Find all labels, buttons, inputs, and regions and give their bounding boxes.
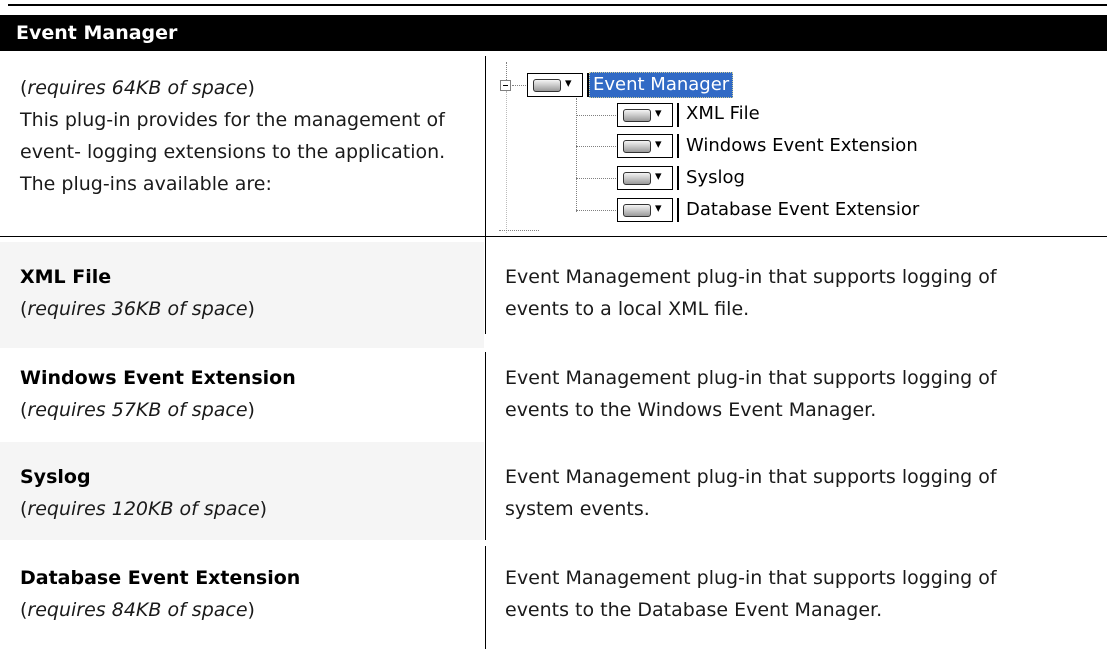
plugin-requires: requires 120KB of space xyxy=(27,498,260,520)
plugin-requires: requires 36KB of space xyxy=(27,298,248,320)
plugin-dropdown-icon xyxy=(623,109,651,122)
plugin-name: XML File xyxy=(20,266,112,288)
tree-line xyxy=(506,91,507,233)
syslog-dropdown[interactable]: ▾ xyxy=(617,166,679,190)
plugin-description: Event Management plug-in that supports l… xyxy=(505,567,997,621)
plugin-dropdown-icon xyxy=(533,79,561,92)
plugin-description: Event Management plug-in that supports l… xyxy=(505,466,997,520)
plugin-name: Windows Event Extension xyxy=(20,367,296,389)
column-divider xyxy=(485,546,486,649)
plugin-name-cell: Windows Event Extension (requires 57KB o… xyxy=(20,362,470,426)
plugin-requires: requires 57KB of space xyxy=(27,399,248,421)
tree-node-syslog[interactable]: Syslog xyxy=(686,166,745,190)
plugin-dropdown-icon xyxy=(623,172,651,185)
plugin-name: Database Event Extension xyxy=(20,567,301,589)
plugin-tree: ▾ Event Manager ▾ XML File ▾ Windows Eve… xyxy=(497,62,1107,234)
tree-line xyxy=(506,62,507,80)
column-divider xyxy=(485,56,486,236)
database-event-dropdown[interactable]: ▾ xyxy=(617,198,679,222)
plugin-requires: requires 84KB of space xyxy=(27,599,248,621)
chevron-down-icon: ▾ xyxy=(655,137,662,152)
xml-file-dropdown[interactable]: ▾ xyxy=(617,103,679,127)
chevron-down-icon: ▾ xyxy=(655,169,662,184)
windows-event-dropdown[interactable]: ▾ xyxy=(617,134,679,158)
intro-requires: (requires 64KB of space) xyxy=(20,77,255,99)
tree-node-windows-event[interactable]: Windows Event Extension xyxy=(686,134,918,158)
collapse-minus-icon[interactable] xyxy=(500,80,511,91)
column-divider xyxy=(485,236,486,334)
column-divider xyxy=(485,442,486,540)
chevron-down-icon: ▾ xyxy=(565,76,572,91)
column-divider xyxy=(485,352,486,442)
intro-description: This plug-in provides for the management… xyxy=(20,109,446,195)
plugin-name-cell: Database Event Extension (requires 84KB … xyxy=(20,562,470,626)
section-title: Event Manager xyxy=(16,22,178,44)
tree-node-database-event[interactable]: Database Event Extensior xyxy=(686,198,919,222)
row-divider xyxy=(0,236,1107,237)
plugin-description: Event Management plug-in that supports l… xyxy=(505,367,997,421)
intro-text: (requires 64KB of space) This plug-in pr… xyxy=(20,72,480,200)
plugin-name: Syslog xyxy=(20,466,91,488)
intro-requires-text: requires 64KB of space xyxy=(27,77,248,99)
tree-node-xml-file[interactable]: XML File xyxy=(686,102,760,126)
plugin-dropdown-icon xyxy=(623,204,651,217)
plugin-name-cell: Syslog (requires 120KB of space) xyxy=(20,461,470,525)
plugin-dropdown-icon xyxy=(623,140,651,153)
tree-line xyxy=(512,85,526,86)
plugin-description: Event Management plug-in that supports l… xyxy=(505,266,997,320)
root-plugin-dropdown[interactable]: ▾ xyxy=(527,73,589,97)
chevron-down-icon: ▾ xyxy=(655,106,662,121)
section-header: Event Manager xyxy=(0,15,1107,51)
plugin-name-cell: XML File (requires 36KB of space) xyxy=(20,261,470,325)
top-rule xyxy=(8,4,1107,6)
chevron-down-icon: ▾ xyxy=(655,201,662,216)
tree-node-root[interactable]: Event Manager xyxy=(589,72,734,98)
